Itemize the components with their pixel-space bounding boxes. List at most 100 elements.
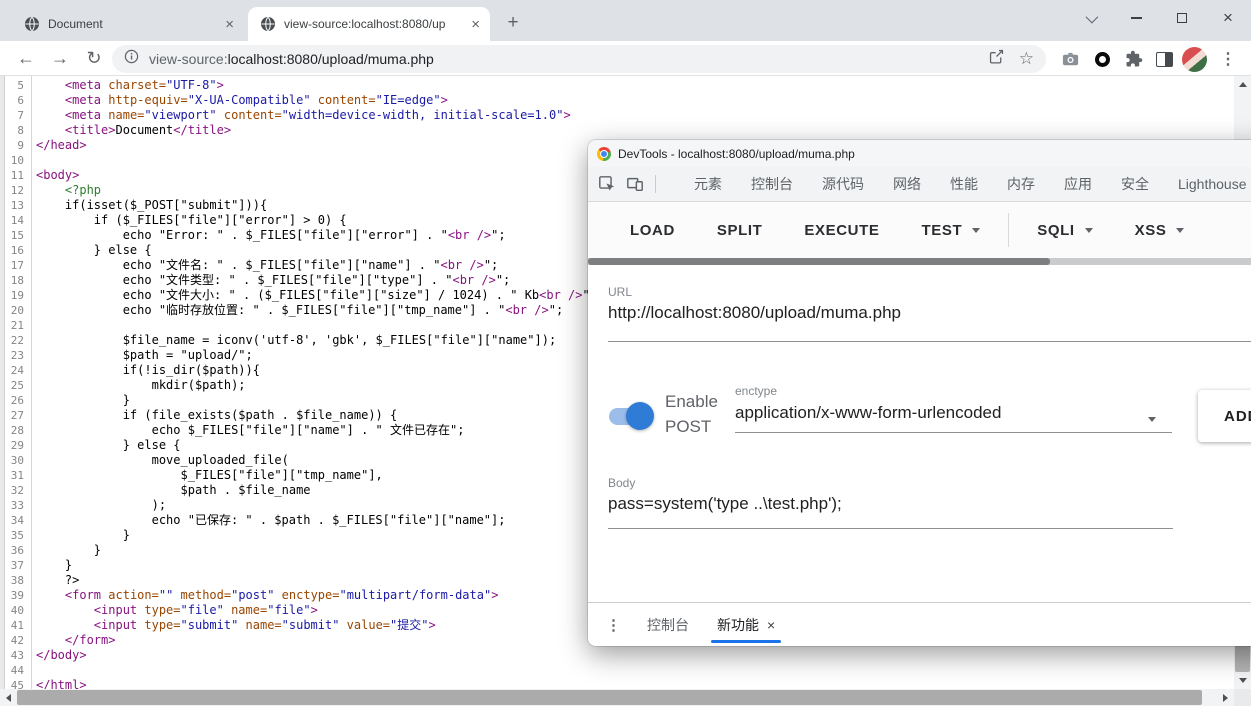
devtools-tab-5[interactable]: 性能 (950, 174, 978, 194)
minimize-button[interactable] (1113, 0, 1159, 36)
reload-button[interactable]: ↻ (80, 44, 108, 72)
code-text: <input type="file" name="file"> (36, 603, 318, 618)
line-number: 23 (0, 348, 27, 363)
devtools-tab-7[interactable]: 应用 (1064, 174, 1092, 194)
line-number: 34 (0, 513, 27, 528)
extensions-puzzle-icon[interactable] (1120, 45, 1148, 73)
back-button[interactable]: ← (12, 44, 40, 72)
panel-button-execute[interactable]: EXECUTE (804, 222, 879, 239)
forward-button[interactable]: → (46, 44, 74, 72)
enable-post-toggle-thumb[interactable] (626, 402, 654, 430)
address-bar[interactable]: view-source:localhost:8080/upload/muma.p… (112, 45, 1046, 73)
devtools-tab-3[interactable]: 源代码 (822, 174, 864, 194)
panel-button-test[interactable]: TEST (921, 222, 980, 239)
extension-panel-content: URL http://localhost:8080/upload/muma.ph… (588, 265, 1251, 602)
url-field-value[interactable]: http://localhost:8080/upload/muma.php (608, 303, 901, 323)
panel-scrollbar[interactable] (588, 258, 1251, 265)
drawer-menu-kebab-icon[interactable]: ⋮ (606, 616, 621, 634)
devtools-tab-8[interactable]: 安全 (1121, 174, 1149, 194)
drawer-tab-1[interactable]: 控制台 (647, 603, 689, 646)
panel-button-load[interactable]: LOAD (630, 222, 675, 239)
panel-button-divider (1008, 213, 1009, 247)
line-number: 40 (0, 603, 27, 618)
triangle-right-icon (1223, 694, 1228, 702)
devtools-tab-2[interactable]: 控制台 (751, 174, 793, 194)
drawer-tab-label: 新功能 (717, 615, 759, 635)
line-number: 44 (0, 663, 27, 678)
enctype-field-label: enctype (735, 384, 777, 398)
browser-toolbar: ← → ↻ view-source:localhost:8080/upload/… (0, 41, 1251, 76)
code-text: <body> (36, 168, 79, 183)
devtools-tab-1[interactable]: 元素 (694, 174, 722, 194)
add-button[interactable]: ADD (1198, 390, 1251, 442)
code-text: if(isset($_POST["submit"])){ (36, 198, 267, 213)
code-text: echo "文件大小: " . ($_FILES["file"]["size"]… (36, 288, 597, 303)
triangle-down-icon (1239, 678, 1247, 683)
tab-strip: Document × view-source:localhost:8080/up… (0, 0, 1251, 41)
toolbar-divider (655, 175, 656, 193)
info-icon[interactable] (124, 49, 139, 69)
line-number: 32 (0, 483, 27, 498)
code-text: } else { (36, 438, 181, 453)
line-number: 9 (0, 138, 27, 153)
panel-button-label: LOAD (630, 222, 675, 239)
new-tab-button[interactable]: + (500, 10, 526, 36)
url-field-underline (608, 341, 1251, 342)
line-number: 27 (0, 408, 27, 423)
maximize-button[interactable] (1159, 0, 1205, 36)
panel-button-xss[interactable]: XSS (1135, 222, 1185, 239)
devtools-tab-6[interactable]: 内存 (1007, 174, 1035, 194)
scroll-left-button[interactable] (0, 689, 17, 706)
close-icon[interactable]: × (767, 617, 775, 633)
scroll-right-button[interactable] (1217, 689, 1234, 706)
scroll-down-button[interactable] (1234, 672, 1251, 689)
tab-view-source[interactable]: view-source:localhost:8080/up × (248, 7, 490, 41)
close-icon[interactable]: × (225, 17, 234, 32)
bookmark-star-icon[interactable]: ☆ (1019, 49, 1034, 69)
drawer-tab-label: 控制台 (647, 615, 689, 635)
devtools-title-bar[interactable]: DevTools - localhost:8080/upload/muma.ph… (588, 140, 1251, 167)
share-icon[interactable] (988, 48, 1005, 70)
code-text: <meta name="viewport" content="width=dev… (36, 108, 571, 123)
code-text: $file_name = iconv('utf-8', 'gbk', $_FIL… (36, 333, 556, 348)
profile-avatar[interactable] (1180, 45, 1208, 73)
devtools-tab-4[interactable]: 网络 (893, 174, 921, 194)
chrome-logo-icon (597, 147, 611, 161)
close-icon[interactable]: × (471, 17, 480, 32)
url-field-label: URL (608, 285, 632, 299)
ring-extension-icon[interactable] (1088, 45, 1116, 73)
tab-document[interactable]: Document × (12, 7, 244, 41)
panel-button-sqli[interactable]: SQLI (1037, 222, 1092, 239)
code-text: <meta http-equiv="X-UA-Compatible" conte… (36, 93, 448, 108)
horizontal-scrollbar-thumb[interactable] (17, 690, 1202, 705)
close-window-button[interactable]: × (1205, 0, 1251, 36)
camera-extension-icon[interactable] (1056, 45, 1084, 73)
devtools-tab-9[interactable]: Lighthouse (1178, 176, 1247, 192)
chevron-down-icon (1085, 10, 1098, 23)
horizontal-scrollbar[interactable] (0, 689, 1234, 706)
enctype-dropdown-caret-icon[interactable] (1148, 417, 1156, 422)
browser-menu-kebab-icon[interactable]: ⋮ (1214, 45, 1242, 73)
line-number: 10 (0, 153, 27, 168)
code-line: 5 <meta charset="UTF-8"> (0, 78, 1251, 93)
triangle-up-icon (1239, 82, 1247, 87)
line-number: 8 (0, 123, 27, 138)
code-line: 44 (0, 663, 1251, 678)
drawer-tab-2[interactable]: 新功能 × (717, 603, 775, 646)
body-field-value[interactable]: pass=system('type ..\test.php'); (608, 494, 842, 514)
code-text: move_uploaded_file( (36, 453, 289, 468)
drawer-tabs: 控制台 新功能 × (647, 603, 775, 646)
tab-search-chevron-icon[interactable] (1067, 0, 1113, 36)
panel-scrollbar-thumb[interactable] (588, 258, 1050, 265)
line-number: 5 (0, 78, 27, 93)
tab-title: Document (48, 17, 217, 31)
enctype-select-value[interactable]: application/x-www-form-urlencoded (735, 403, 1001, 423)
device-toolbar-icon[interactable] (626, 175, 644, 193)
panel-button-label: XSS (1135, 222, 1167, 239)
panel-button-split[interactable]: SPLIT (717, 222, 763, 239)
line-number: 41 (0, 618, 27, 633)
scroll-up-button[interactable] (1234, 76, 1251, 93)
inspect-element-icon[interactable] (598, 175, 616, 193)
line-number: 21 (0, 318, 27, 333)
side-panel-icon[interactable] (1150, 45, 1178, 73)
